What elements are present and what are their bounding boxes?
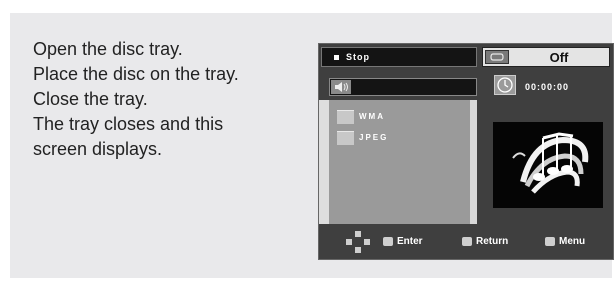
playback-status: Stop [321,47,477,67]
repeat-icon [485,50,509,64]
audio-field [329,78,477,96]
instructions: Open the disc tray. Place the disc on th… [33,37,303,162]
status-label: Stop [346,52,370,62]
time-display: 00:00:00 [525,82,570,92]
music-notes-image [493,122,603,208]
return-button-icon [462,237,472,246]
instruction-line: The tray closes and this [33,114,224,134]
repeat-value: Off [549,50,569,65]
control-bar: Enter Return Menu [319,224,613,259]
enter-button-icon [383,237,393,246]
menu-button-icon [545,237,555,246]
dvd-onscreen-display: Stop Off 00:00:00 WMA JPEG Enter Return … [318,43,614,260]
info-row: 00:00:00 [319,70,613,100]
folder-icon [337,131,354,145]
instruction-line: Place the disc on the tray. [33,64,239,84]
folder-icon [337,110,354,124]
file-label: WMA [359,112,385,121]
info-panel: Open the disc tray. Place the disc on th… [10,13,614,278]
instruction-line: Close the tray. [33,89,148,109]
speaker-icon [331,80,351,94]
instruction-line: Open the disc tray. [33,39,183,59]
menu-label[interactable]: Menu [559,236,585,247]
enter-label[interactable]: Enter [397,236,423,247]
return-label[interactable]: Return [476,236,508,247]
repeat-setting[interactable]: Off [482,47,610,67]
direction-pad-icon [345,230,371,254]
instruction-line: screen displays. [33,139,163,159]
stop-icon [334,55,339,60]
file-label: JPEG [359,133,389,142]
status-bar: Stop Off [319,44,613,70]
clock-icon [494,75,516,95]
